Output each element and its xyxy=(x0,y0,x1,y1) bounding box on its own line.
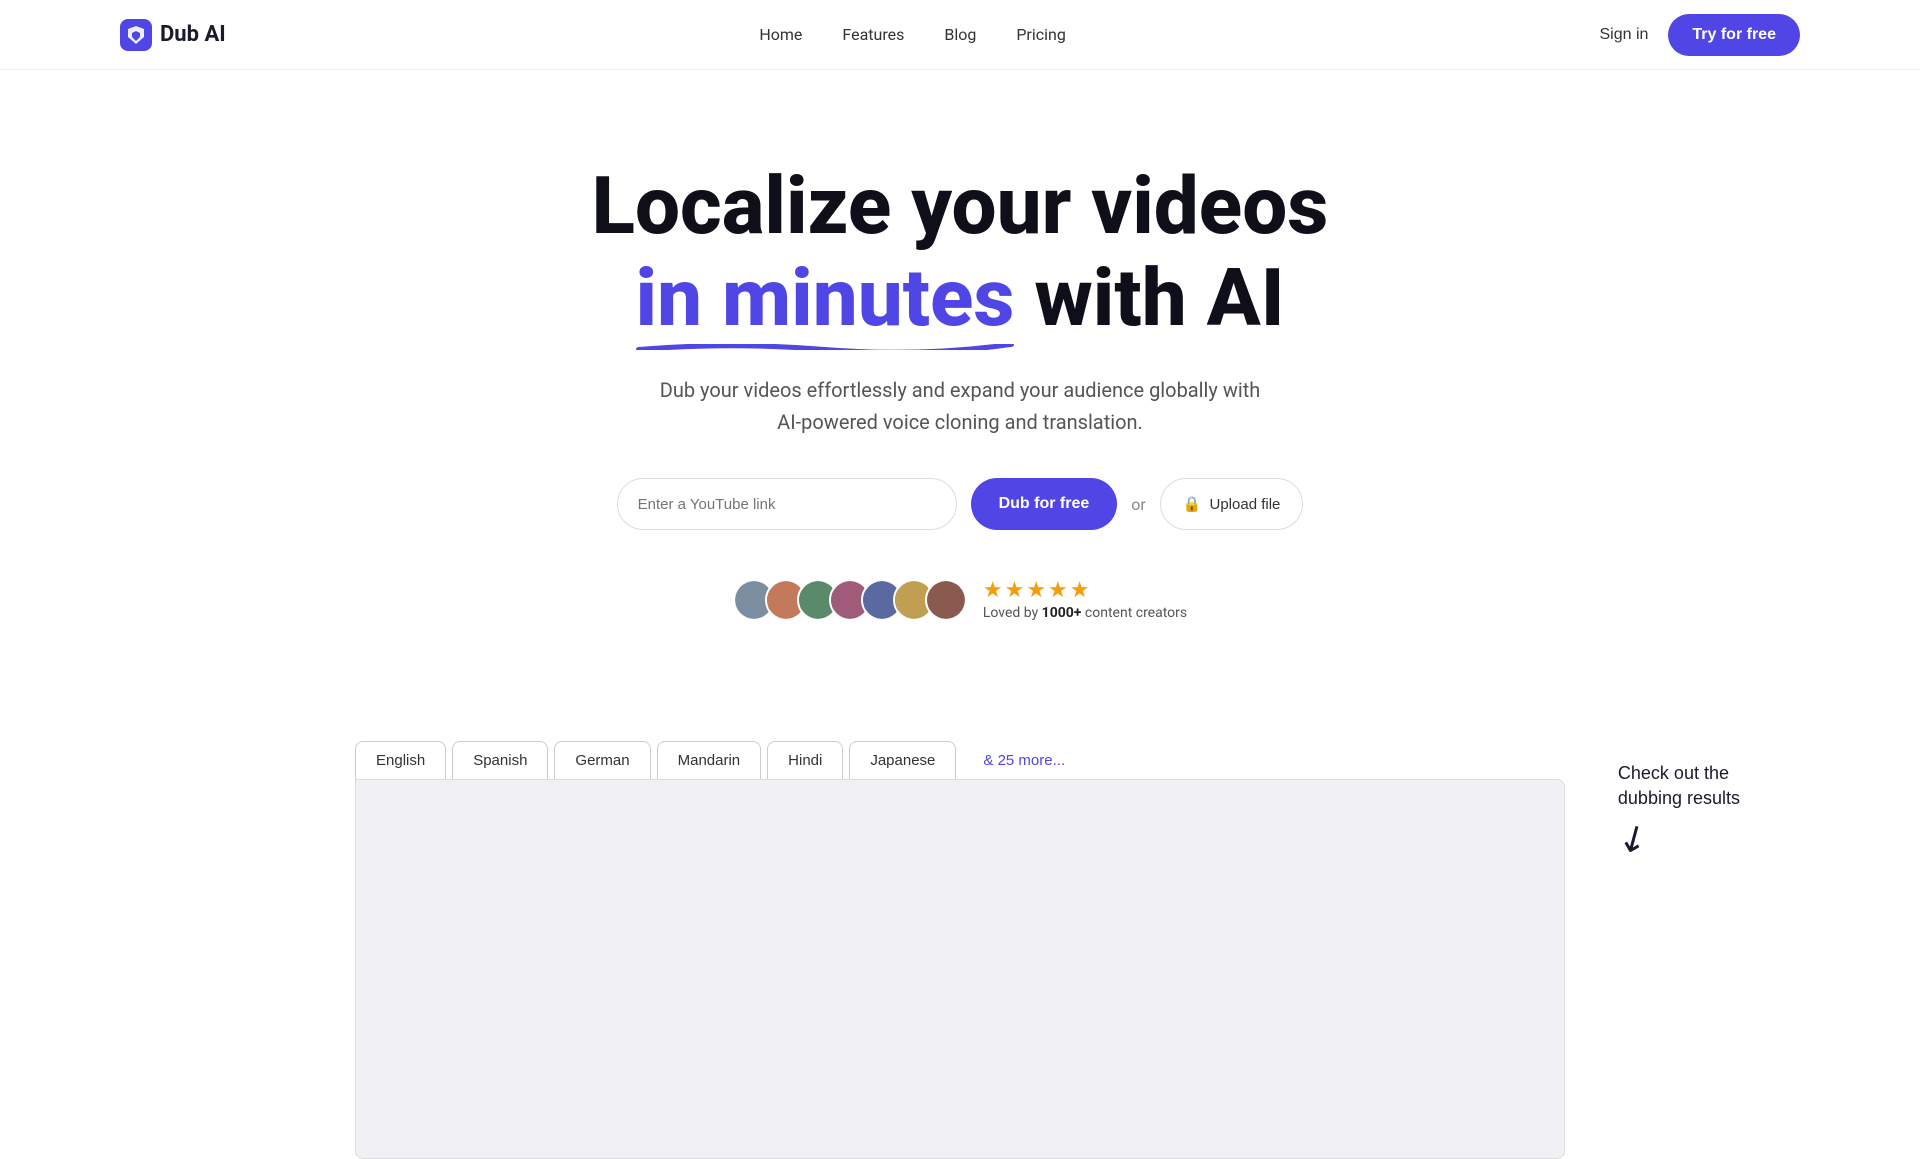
navbar: Dub AI Home Features Blog Pricing Sign i… xyxy=(0,0,1920,70)
annotation: Check out thedubbing results ↙ xyxy=(1618,761,1740,859)
stars-section: ★★★★★ Loved by 1000+ content creators xyxy=(983,578,1187,621)
social-proof: ★★★★★ Loved by 1000+ content creators xyxy=(200,578,1720,621)
tab-spanish[interactable]: Spanish xyxy=(452,741,548,779)
language-tabs: English Spanish German Mandarin Hindi Ja… xyxy=(355,741,1565,779)
tab-hindi[interactable]: Hindi xyxy=(767,741,843,779)
tab-english[interactable]: English xyxy=(355,741,446,779)
creator-count: 1000+ xyxy=(1042,605,1082,621)
brand-name: Dub AI xyxy=(160,22,226,47)
avatars-group xyxy=(733,579,967,621)
nav-pricing[interactable]: Pricing xyxy=(1016,25,1066,44)
sign-in-button[interactable]: Sign in xyxy=(1599,26,1648,44)
tab-german[interactable]: German xyxy=(554,741,650,779)
star-rating: ★★★★★ xyxy=(983,578,1092,603)
loved-text: Loved by 1000+ content creators xyxy=(983,605,1187,621)
hero-section: Localize your videos in minutes with AI … xyxy=(0,70,1920,741)
nav-home[interactable]: Home xyxy=(759,25,802,44)
nav-actions: Sign in Try for free xyxy=(1599,14,1800,56)
annotation-text: Check out thedubbing results xyxy=(1618,761,1740,811)
upload-file-button[interactable]: 🔒 Upload file xyxy=(1160,478,1304,530)
video-player-area xyxy=(355,779,1565,1159)
nav-features[interactable]: Features xyxy=(842,25,904,44)
tab-japanese[interactable]: Japanese xyxy=(849,741,956,779)
dub-for-free-button[interactable]: Dub for free xyxy=(971,478,1118,530)
tab-more-languages[interactable]: & 25 more... xyxy=(962,741,1086,779)
try-free-button[interactable]: Try for free xyxy=(1668,14,1800,56)
logo-icon xyxy=(120,19,152,51)
cta-row: Dub for free or 🔒 Upload file xyxy=(200,478,1720,530)
youtube-input[interactable] xyxy=(617,478,957,530)
hero-suffix: with AI xyxy=(1034,251,1284,345)
or-separator: or xyxy=(1131,495,1146,514)
lock-icon: 🔒 xyxy=(1183,495,1202,513)
nav-links: Home Features Blog Pricing xyxy=(759,25,1065,44)
hero-subtitle: Dub your videos effortlessly and expand … xyxy=(200,374,1720,438)
brand-logo[interactable]: Dub AI xyxy=(120,19,226,51)
avatar xyxy=(925,579,967,621)
annotation-arrow-icon: ↙ xyxy=(1609,813,1656,864)
tab-mandarin[interactable]: Mandarin xyxy=(657,741,762,779)
hero-title-line1: Localize your videos xyxy=(200,160,1720,252)
demo-section: English Spanish German Mandarin Hindi Ja… xyxy=(0,741,1920,1159)
hero-title-line2: in minutes with AI xyxy=(200,252,1720,344)
nav-blog[interactable]: Blog xyxy=(944,25,976,44)
hero-highlight: in minutes xyxy=(636,252,1015,344)
